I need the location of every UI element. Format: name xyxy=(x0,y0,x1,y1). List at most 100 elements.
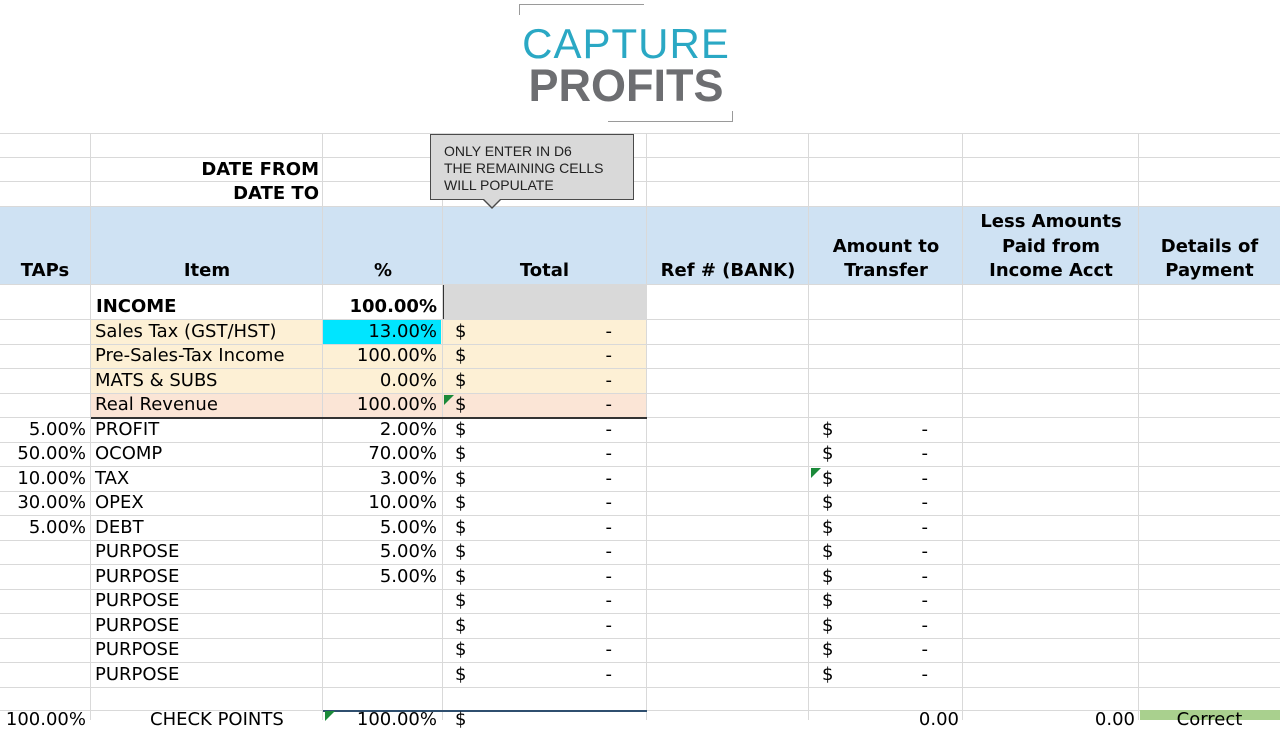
row-total[interactable]: - xyxy=(560,442,613,466)
footer-less-amount[interactable]: 0.00 xyxy=(963,708,1135,732)
row-currency[interactable]: $ xyxy=(455,442,475,466)
row-total[interactable]: - xyxy=(560,565,613,589)
row-transfer-currency[interactable]: $ xyxy=(822,540,842,564)
row-currency[interactable]: $ xyxy=(455,320,475,344)
income-total-cell[interactable] xyxy=(443,284,647,320)
row-currency[interactable]: $ xyxy=(455,467,475,491)
row-total[interactable]: - xyxy=(560,516,613,540)
row-total[interactable]: - xyxy=(560,344,613,368)
row-transfer-currency[interactable]: $ xyxy=(822,516,842,540)
row-total[interactable]: - xyxy=(560,663,613,687)
row-transfer-currency[interactable]: $ xyxy=(822,614,842,638)
col-header-percent[interactable]: % xyxy=(323,259,443,283)
income-percent[interactable]: 100.00% xyxy=(323,295,438,319)
row-taps[interactable]: 50.00% xyxy=(0,442,86,466)
row-percent[interactable]: 100.00% xyxy=(323,344,437,368)
row-transfer-currency[interactable]: $ xyxy=(822,418,842,442)
row-percent[interactable]: 0.00% xyxy=(323,369,437,393)
col-header-total[interactable]: Total xyxy=(443,259,646,283)
row-currency[interactable]: $ xyxy=(455,565,475,589)
row-percent[interactable]: 100.00% xyxy=(323,393,437,417)
col-header-amount-line2[interactable]: Transfer xyxy=(809,259,963,283)
row-transfer-amount[interactable]: - xyxy=(880,516,929,540)
col-header-details-line1[interactable]: Details of xyxy=(1139,235,1280,259)
row-total[interactable]: - xyxy=(560,540,613,564)
row-item[interactable]: PURPOSE xyxy=(95,663,321,687)
col-header-ref-bank[interactable]: Ref # (BANK) xyxy=(647,259,809,283)
col-header-less-line3[interactable]: Income Acct xyxy=(963,259,1139,283)
row-transfer-amount[interactable]: - xyxy=(880,540,929,564)
col-header-details-line2[interactable]: Payment xyxy=(1139,259,1280,283)
row-taps[interactable]: 5.00% xyxy=(0,418,86,442)
col-header-taps[interactable]: TAPs xyxy=(0,259,90,283)
row-total[interactable]: - xyxy=(560,638,613,662)
row-transfer-currency[interactable]: $ xyxy=(822,491,842,515)
row-item[interactable]: DEBT xyxy=(95,516,321,540)
row-item[interactable]: PURPOSE xyxy=(95,614,321,638)
row-currency[interactable]: $ xyxy=(455,369,475,393)
row-total[interactable]: - xyxy=(560,393,613,417)
row-currency[interactable]: $ xyxy=(455,614,475,638)
row-item[interactable]: PURPOSE xyxy=(95,540,321,564)
row-item[interactable]: Pre-Sales-Tax Income xyxy=(95,344,321,368)
row-total[interactable]: - xyxy=(560,589,613,613)
row-total[interactable]: - xyxy=(560,418,613,442)
row-currency[interactable]: $ xyxy=(455,491,475,515)
row-currency[interactable]: $ xyxy=(455,540,475,564)
col-header-less-line2[interactable]: Paid from xyxy=(963,235,1139,259)
row-transfer-amount[interactable]: - xyxy=(880,589,929,613)
footer-details-status[interactable]: Correct xyxy=(1139,708,1280,732)
row-transfer-amount[interactable]: - xyxy=(880,491,929,515)
row-percent[interactable]: 2.00% xyxy=(323,418,437,442)
row-transfer-amount[interactable]: - xyxy=(880,418,929,442)
row-currency[interactable]: $ xyxy=(455,663,475,687)
row-total[interactable]: - xyxy=(560,320,613,344)
row-currency[interactable]: $ xyxy=(455,516,475,540)
row-transfer-currency[interactable]: $ xyxy=(822,467,842,491)
row-transfer-currency[interactable]: $ xyxy=(822,565,842,589)
row-transfer-currency[interactable]: $ xyxy=(822,442,842,466)
row-transfer-amount[interactable]: - xyxy=(880,442,929,466)
row-total[interactable]: - xyxy=(560,491,613,515)
row-item[interactable]: MATS & SUBS xyxy=(95,369,321,393)
row-transfer-amount[interactable]: - xyxy=(880,565,929,589)
footer-percent[interactable]: 100.00% xyxy=(323,708,437,732)
row-total[interactable]: - xyxy=(560,467,613,491)
row-item[interactable]: Real Revenue xyxy=(95,393,321,417)
row-item[interactable]: Sales Tax (GST/HST) xyxy=(95,320,321,344)
col-header-item[interactable]: Item xyxy=(91,259,323,283)
col-header-less-line1[interactable]: Less Amounts xyxy=(963,210,1139,234)
row-item[interactable]: OCOMP xyxy=(95,442,321,466)
row-currency[interactable]: $ xyxy=(455,344,475,368)
row-transfer-amount[interactable]: - xyxy=(880,467,929,491)
footer-currency[interactable]: $ xyxy=(455,708,475,732)
row-transfer-amount[interactable]: - xyxy=(880,614,929,638)
footer-amount-transfer[interactable]: 0.00 xyxy=(809,708,959,732)
row-taps[interactable]: 30.00% xyxy=(0,491,86,515)
row-taps[interactable]: 10.00% xyxy=(0,467,86,491)
row-item[interactable]: PURPOSE xyxy=(95,638,321,662)
footer-taps[interactable]: 100.00% xyxy=(0,708,86,732)
col-header-amount-line1[interactable]: Amount to xyxy=(809,235,963,259)
row-item[interactable]: PROFIT xyxy=(95,418,321,442)
row-total[interactable]: - xyxy=(560,369,613,393)
row-item[interactable]: PURPOSE xyxy=(95,565,321,589)
row-percent[interactable]: 5.00% xyxy=(323,516,437,540)
row-total[interactable]: - xyxy=(560,614,613,638)
row-currency[interactable]: $ xyxy=(455,418,475,442)
row-item[interactable]: OPEX xyxy=(95,491,321,515)
row-percent[interactable]: 5.00% xyxy=(323,565,437,589)
row-currency[interactable]: $ xyxy=(455,638,475,662)
row-transfer-currency[interactable]: $ xyxy=(822,638,842,662)
row-transfer-amount[interactable]: - xyxy=(880,638,929,662)
row-transfer-currency[interactable]: $ xyxy=(822,589,842,613)
row-currency[interactable]: $ xyxy=(455,589,475,613)
footer-check-points-label[interactable]: CHECK POINTS xyxy=(150,708,320,732)
row-percent[interactable]: 70.00% xyxy=(323,442,437,466)
income-label[interactable]: INCOME xyxy=(96,295,316,319)
row-currency[interactable]: $ xyxy=(455,393,475,417)
row-taps[interactable]: 5.00% xyxy=(0,516,86,540)
row-percent[interactable]: 3.00% xyxy=(323,467,437,491)
row-item[interactable]: TAX xyxy=(95,467,321,491)
row-transfer-amount[interactable]: - xyxy=(880,663,929,687)
